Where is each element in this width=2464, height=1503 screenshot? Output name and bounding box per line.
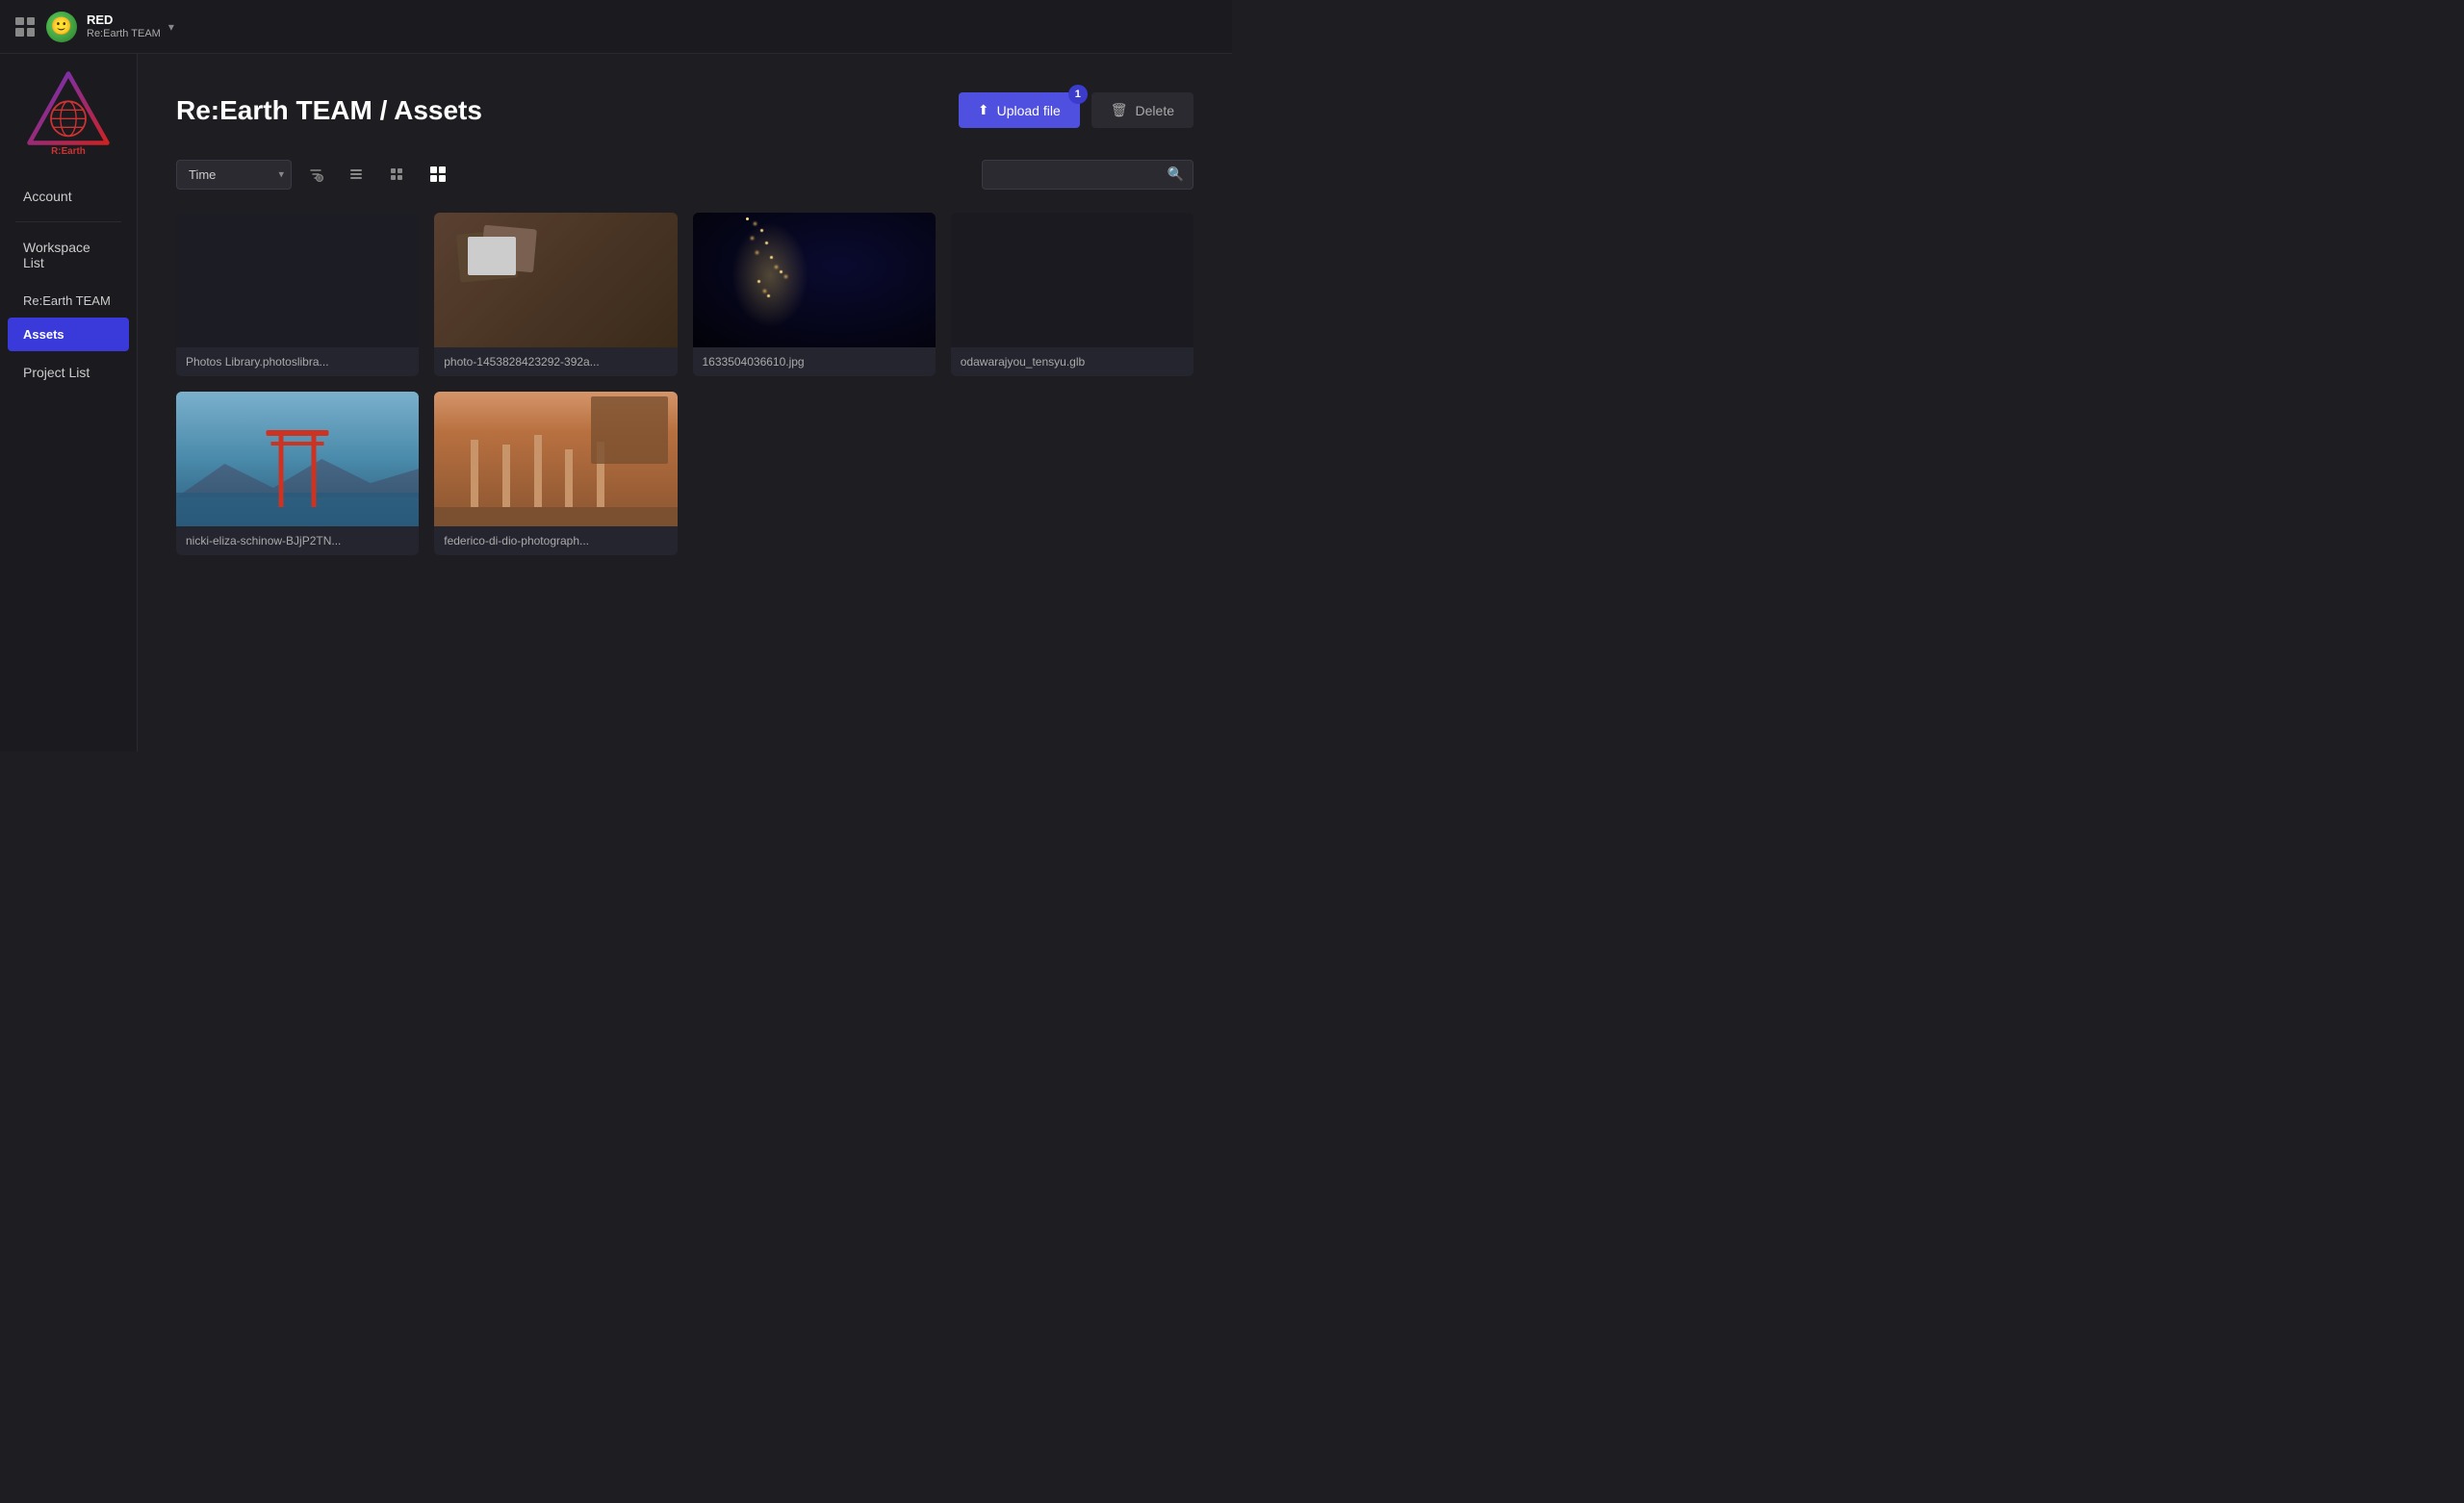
sidebar-logo: R:Earth — [20, 69, 116, 156]
asset-label: photo-1453828423292-392a... — [434, 347, 677, 376]
sidebar: R:Earth Account Workspace List Re:Earth … — [0, 54, 138, 752]
avatar: 🙂 — [46, 12, 77, 42]
sidebar-item-assets[interactable]: Assets — [8, 318, 129, 351]
asset-card[interactable]: nicki-eliza-schinow-BJjP2TN... — [176, 392, 419, 555]
list-view-button[interactable] — [340, 160, 372, 189]
sidebar-nav: Account Workspace List Re:Earth TEAM Ass… — [0, 175, 137, 394]
search-input[interactable] — [982, 160, 1194, 190]
search-icon: 🔍 — [1168, 166, 1184, 183]
page-title: Re:Earth TEAM / Assets — [176, 95, 482, 126]
asset-thumbnail — [434, 213, 677, 347]
topbar-chevron-icon[interactable]: ▾ — [168, 20, 174, 34]
app-name: RED — [87, 13, 161, 28]
main-layout: R:Earth Account Workspace List Re:Earth … — [0, 54, 1232, 752]
page-header: Re:Earth TEAM / Assets ⬆ Upload file 1 🗑… — [176, 92, 1194, 128]
grid-small-view-button[interactable] — [380, 160, 413, 189]
asset-label: federico-di-dio-photograph... — [434, 526, 677, 555]
header-actions: ⬆ Upload file 1 🗑 Delete — [959, 92, 1194, 128]
topbar: 🙂 RED Re:Earth TEAM ▾ — [0, 0, 1232, 54]
upload-button[interactable]: ⬆ Upload file 1 — [959, 92, 1080, 128]
team-name: Re:Earth TEAM — [87, 28, 161, 40]
search-wrapper: 🔍 — [982, 160, 1194, 190]
sort-select-wrapper: Time Name Size — [176, 160, 292, 190]
asset-thumbnail-placeholder — [951, 213, 1194, 347]
grid-large-view-button[interactable] — [421, 159, 455, 190]
asset-thumbnail-placeholder — [176, 213, 419, 347]
asset-grid: Photos Library.photoslibra... photo-1453… — [176, 213, 1194, 555]
sidebar-item-reearth-team[interactable]: Re:Earth TEAM — [8, 284, 129, 318]
asset-thumbnail — [434, 392, 677, 526]
upload-icon: ⬆ — [978, 102, 989, 118]
upload-badge: 1 — [1068, 85, 1088, 104]
asset-thumbnail — [176, 392, 419, 526]
sort-select[interactable]: Time Name Size — [176, 160, 292, 190]
delete-label: Delete — [1136, 103, 1174, 118]
svg-text:↑: ↑ — [319, 176, 321, 182]
asset-card[interactable]: Photos Library.photoslibra... — [176, 213, 419, 376]
asset-thumbnail — [693, 213, 936, 347]
asset-card[interactable]: photo-1453828423292-392a... — [434, 213, 677, 376]
upload-label: Upload file — [997, 103, 1061, 118]
asset-card[interactable]: 1633504036610.jpg — [693, 213, 936, 376]
delete-button[interactable]: 🗑 Delete — [1091, 92, 1194, 128]
apps-icon[interactable] — [15, 17, 35, 37]
sidebar-item-workspace-list[interactable]: Workspace List — [8, 226, 129, 284]
asset-label: 1633504036610.jpg — [693, 347, 936, 376]
trash-icon: 🗑 — [1111, 102, 1128, 118]
asset-card[interactable]: odawarajyou_tensyu.glb — [951, 213, 1194, 376]
asset-card[interactable]: federico-di-dio-photograph... — [434, 392, 677, 555]
sort-direction-button[interactable]: ↑ — [299, 160, 332, 189]
toolbar: Time Name Size ↑ — [176, 159, 1194, 190]
asset-label: nicki-eliza-schinow-BJjP2TN... — [176, 526, 419, 555]
svg-text:R:Earth: R:Earth — [51, 146, 86, 156]
topbar-info: RED Re:Earth TEAM — [87, 13, 161, 40]
sidebar-item-account[interactable]: Account — [8, 175, 129, 217]
asset-label: odawarajyou_tensyu.glb — [951, 347, 1194, 376]
sidebar-item-project-list[interactable]: Project List — [8, 351, 129, 394]
content-area: Re:Earth TEAM / Assets ⬆ Upload file 1 🗑… — [138, 54, 1232, 752]
asset-label: Photos Library.photoslibra... — [176, 347, 419, 376]
